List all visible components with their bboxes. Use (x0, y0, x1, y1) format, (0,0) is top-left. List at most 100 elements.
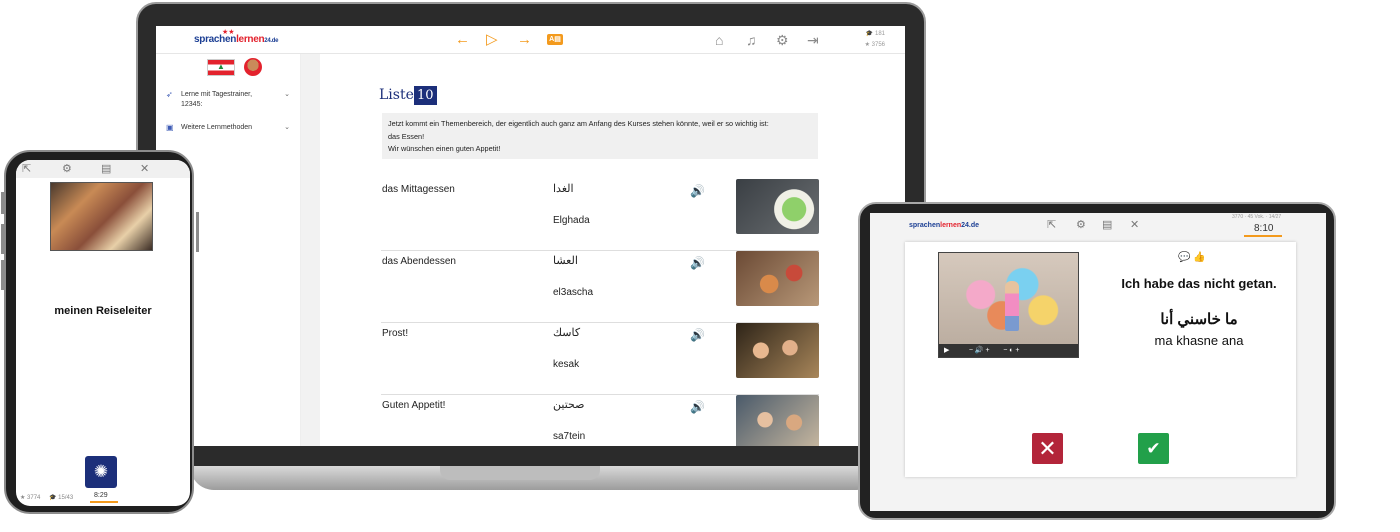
device-showcase: sprachenlernen24.de ★★ ← ▷ → A▤ ⌂ ♫ ⚙ ⇥ … (0, 0, 1400, 532)
tablet-screen: sprachenlernen24.de ⇱ ⚙ ▤ ✕ 3770 · 45 Vo… (870, 213, 1326, 511)
german-sentence: Ich habe das nicht getan. (1121, 276, 1277, 291)
exit-icon[interactable]: ⇱ (1047, 218, 1056, 231)
arabic-word: صحتين (553, 399, 585, 411)
arabic-word: كاسك (553, 327, 581, 339)
stats-value: 15/43 (58, 495, 74, 501)
video-figure (1005, 281, 1019, 331)
feedback-icons[interactable]: 💬 👍 (1178, 252, 1206, 263)
laptop-notch (440, 466, 600, 480)
stats-value: 3774 (27, 495, 41, 501)
phone-button (1, 224, 4, 254)
laptop-screen: sprachenlernen24.de ★★ ← ▷ → A▤ ⌂ ♫ ⚙ ⇥ … (156, 26, 905, 446)
intro-line: Wir wünschen einen guten Appetit! (388, 144, 501, 153)
arrow-left-icon[interactable]: ← (455, 31, 470, 49)
logo-part1: sprachen (909, 222, 941, 229)
home-icon[interactable]: ⌂ (715, 31, 723, 49)
transliteration: sa7tein (553, 431, 586, 442)
star-icon: ★ (864, 42, 870, 48)
logo-part3: 24.de (961, 222, 980, 229)
flashcard: ▶ − 🔊 + − ◐ + 💬 👍 Ich habe das nicht get… (905, 242, 1296, 477)
bulb-icon[interactable]: ✺ (85, 456, 117, 488)
phone-button (1, 192, 4, 214)
vocab-word: meinen Reiseleiter (54, 305, 152, 317)
phone-top-bar: ⇱ ⚙ ▤ ✕ (16, 160, 190, 178)
vocab-row: das Abendessen العشا el3ascha 🔊 (381, 251, 819, 323)
phone-frame: ⇱ ⚙ ▤ ✕ meinen Reiseleiter ✺ ★ 3774 🎓 15… (1, 150, 199, 514)
timer-progress-bar (1244, 235, 1282, 237)
toast-image (736, 323, 819, 378)
vocab-row: das Mittagessen الغدا Elghada 🔊 (381, 179, 819, 251)
phone-status-bar: ★ 3774 🎓 15/43 8:29 (16, 490, 190, 506)
gear-icon[interactable]: ⚙ (1076, 218, 1086, 231)
timer: 8:10 (1254, 223, 1274, 234)
timer-progress-bar (90, 501, 118, 503)
video-player[interactable]: ▶ − 🔊 + − ◐ + (938, 252, 1079, 358)
card-icon[interactable]: A▤ (547, 34, 563, 45)
food-image (736, 179, 819, 234)
stats-stars: 181 (874, 31, 885, 37)
transliteration: Elghada (553, 215, 590, 226)
arabic-word: الغدا (553, 183, 574, 195)
rocket-icon: ➶ (166, 90, 173, 99)
logo-part3: 24.de (264, 38, 279, 44)
phone-button (196, 212, 199, 252)
exit-icon[interactable]: ⇱ (22, 162, 31, 175)
logout-icon[interactable]: ⇥ (807, 31, 819, 49)
transliteration: kesak (553, 359, 580, 370)
food-image (736, 251, 819, 306)
book-icon: ▣ (166, 123, 174, 132)
phone-stats-left: ★ 3774 (20, 495, 41, 501)
phone-button (1, 260, 4, 290)
tablet-frame: sprachenlernen24.de ⇱ ⚙ ▤ ✕ 3770 · 45 Vo… (858, 202, 1336, 520)
avatar[interactable] (244, 58, 262, 76)
hat-icon: 🎓 (865, 31, 874, 37)
sidebar-item-label: Lerne mit Tagestrainer, 12345: (181, 91, 253, 108)
stats: 🎓 181 ★ 3756 (865, 29, 885, 51)
timer: 8:29 (94, 492, 108, 499)
speaker-icon[interactable]: 🔊 (690, 400, 705, 414)
speaker-icon[interactable]: 🔊 (690, 184, 705, 198)
check-icon[interactable]: ✔ (1138, 433, 1169, 464)
gear-icon[interactable]: ⚙ (62, 162, 72, 175)
tablet-stats: 3770 · 45 Vok. · 14/27 (1232, 214, 1282, 220)
transliteration: el3ascha (553, 287, 594, 298)
german-word: das Mittagessen (382, 184, 455, 195)
main-content: Liste 10 Jetzt kommt ein Themenbereich, … (320, 54, 905, 446)
chevron-down-icon: ⌄ (284, 91, 290, 98)
arrow-right-icon[interactable]: → (517, 31, 532, 49)
arabic-sentence: ما خاسني أنا (1160, 311, 1238, 328)
logo-part2: lernen (236, 34, 265, 45)
card-icon[interactable]: ▤ (101, 162, 111, 175)
logo[interactable]: sprachenlernen24.de (194, 34, 278, 45)
no-audio-icon[interactable]: ✕ (1130, 218, 1139, 231)
german-word: Guten Appetit! (382, 400, 446, 411)
no-audio-icon[interactable]: ✕ (140, 162, 149, 175)
german-word: das Abendessen (382, 256, 456, 267)
intro-line: das Essen! (388, 131, 425, 141)
list-number-badge: 10 (414, 86, 437, 105)
logo[interactable]: sprachenlernen24.de (909, 222, 979, 229)
vocab-row: Guten Appetit! صحتين sa7tein 🔊 (381, 395, 819, 446)
sidebar-item-label: Weitere Lernmethoden (181, 124, 253, 131)
play-icon[interactable]: ▷ (486, 31, 498, 49)
card-icon[interactable]: ▤ (1102, 218, 1112, 231)
logo-stars-icon: ★★ (222, 29, 235, 36)
gear-icon[interactable]: ⚙ (776, 31, 789, 49)
logo-part2: lernen (940, 222, 962, 229)
music-icon[interactable]: ♫ (746, 31, 757, 49)
video-controls[interactable]: ▶ − 🔊 + − ◐ + (939, 344, 1078, 357)
top-bar: sprachenlernen24.de ★★ ← ▷ → A▤ ⌂ ♫ ⚙ ⇥ … (156, 26, 905, 54)
speaker-icon[interactable]: 🔊 (690, 328, 705, 342)
speaker-icon[interactable]: 🔊 (690, 256, 705, 270)
intro-box: Jetzt kommt ein Themenbereich, der eigen… (382, 113, 818, 159)
lebanon-flag-icon[interactable] (207, 59, 235, 76)
vocab-row: Prost! كاسك kesak 🔊 (381, 323, 819, 395)
close-icon[interactable]: ✕ (1032, 433, 1063, 464)
sidebar-gutter (301, 54, 320, 446)
stats-points: 3756 (871, 42, 885, 48)
phone-stats-right: 🎓 15/43 (49, 495, 74, 501)
page-title: Liste (379, 87, 414, 103)
german-word: Prost! (382, 328, 409, 339)
dinner-image (736, 395, 819, 446)
transliteration: ma khasne ana (1154, 333, 1244, 348)
